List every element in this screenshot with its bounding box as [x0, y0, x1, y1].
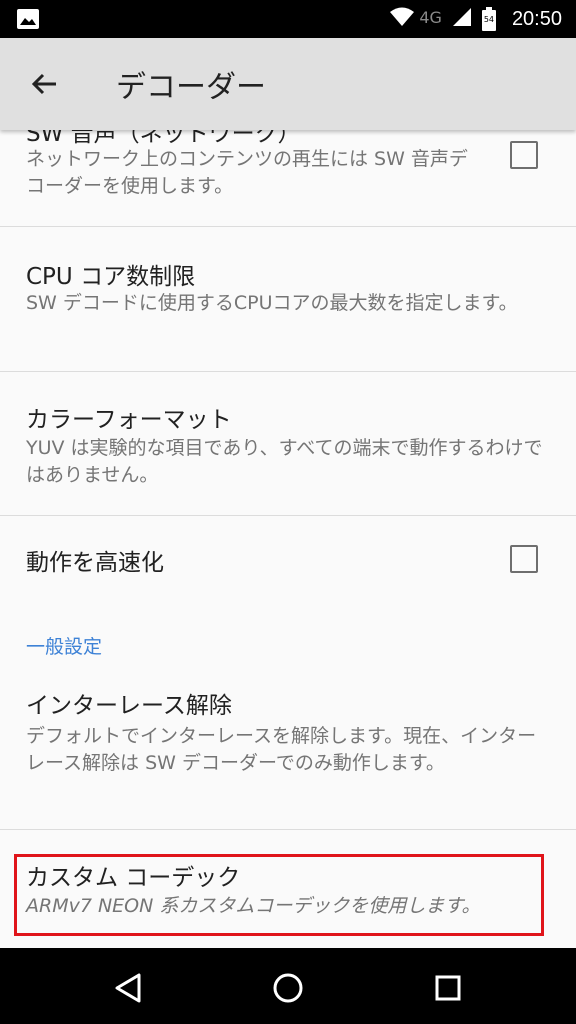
- status-bar: 4G 54 20:50: [0, 0, 576, 38]
- pref-summary: YUV は実験的な項目であり、すべての端末で動作するわけではありません。: [26, 437, 543, 486]
- back-triangle-icon[interactable]: [108, 968, 148, 1008]
- clock: 20:50: [511, 7, 562, 30]
- pref-checkbox[interactable]: [510, 545, 538, 573]
- app-toolbar: デコーダー: [0, 38, 576, 130]
- category-general-settings: 一般設定: [26, 636, 103, 658]
- pref-title: カラーフォーマット: [26, 407, 232, 433]
- page-title: デコーダー: [116, 70, 266, 105]
- navigation-bar: [0, 948, 576, 1024]
- image-icon: [16, 8, 40, 30]
- home-circle-icon[interactable]: [268, 968, 308, 1008]
- battery-icon: 54: [481, 7, 496, 31]
- pref-summary: SW デコードに使用するCPUコアの最大数を指定します。: [26, 292, 518, 314]
- highlight-box: [14, 854, 544, 936]
- wifi-icon: [389, 7, 415, 31]
- arrow-left-icon[interactable]: [24, 66, 64, 102]
- pref-cpu-core-limit[interactable]: CPU コア数制限 SW デコードに使用するCPUコアの最大数を指定します。: [0, 227, 576, 371]
- pref-title: CPU コア数制限: [26, 264, 196, 290]
- pref-speed-up[interactable]: 動作を高速化: [0, 516, 576, 602]
- pref-checkbox[interactable]: [510, 141, 538, 169]
- pref-sw-audio-network[interactable]: SW 音声（ネットワーク） ネットワーク上のコンテンツの再生には SW 音声デコ…: [0, 130, 576, 226]
- network-type-label: 4G: [419, 7, 442, 27]
- battery-level: 54: [483, 15, 495, 24]
- signal-icon: [452, 7, 472, 31]
- pref-color-format[interactable]: カラーフォーマット YUV は実験的な項目であり、すべての端末で動作するわけでは…: [0, 372, 576, 515]
- pref-deinterlace[interactable]: インターレース解除 デフォルトでインターレースを解除します。現在、インターレース…: [0, 670, 576, 828]
- pref-summary: デフォルトでインターレースを解除します。現在、インターレース解除は SW デコー…: [26, 725, 537, 774]
- preference-list: SW 音声（ネットワーク） ネットワーク上のコンテンツの再生には SW 音声デコ…: [0, 130, 576, 948]
- pref-title: インターレース解除: [26, 693, 232, 719]
- recents-square-icon[interactable]: [428, 968, 468, 1008]
- pref-summary: ネットワーク上のコンテンツの再生には SW 音声デコーダーを使用します。: [26, 148, 468, 197]
- pref-title: 動作を高速化: [26, 550, 164, 576]
